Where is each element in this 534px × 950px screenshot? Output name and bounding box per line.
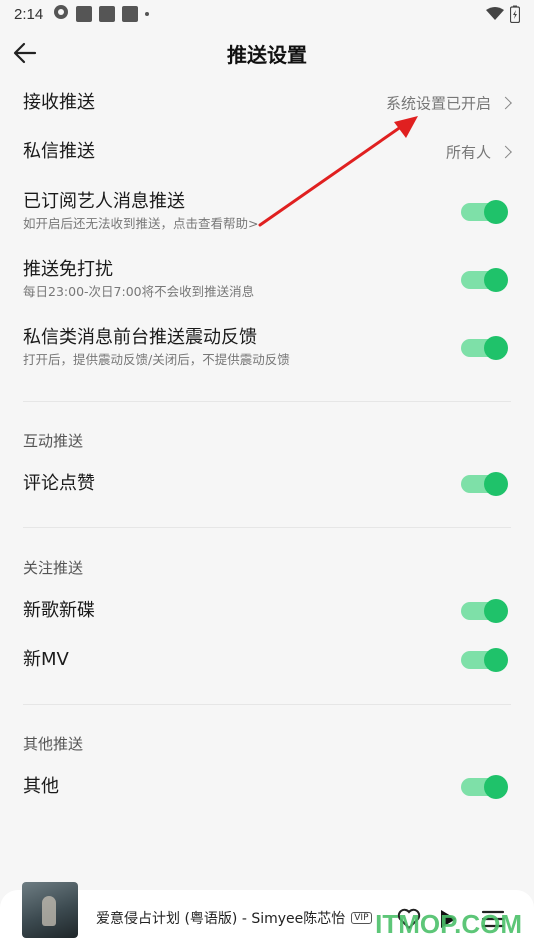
now-playing-track[interactable]: 爱意侵占计划 (粤语版) - Simyee陈芯怡 VIP (96, 908, 372, 928)
do-not-disturb-toggle[interactable] (461, 268, 508, 292)
do-not-disturb-label: 推送免打扰 (23, 259, 113, 280)
status-bar: 2:14 (0, 0, 534, 28)
do-not-disturb-row: 推送免打扰 每日23:00-次日7:00将不会收到推送消息 (0, 258, 534, 302)
section-divider (23, 704, 511, 705)
artist-push-row: 已订阅艺人消息推送 如开启后还无法收到推送，点击查看帮助> (0, 190, 534, 234)
top-bar: 推送设置 (0, 28, 534, 78)
status-time: 2:14 (14, 5, 44, 23)
other-push-label: 其他 (23, 776, 59, 797)
notification-icon (122, 6, 139, 22)
watermark-logo: ITMOP.COM (375, 909, 522, 939)
new-mv-label: 新MV (23, 649, 69, 670)
private-message-audience: 所有人 (445, 143, 491, 162)
section-divider (23, 527, 511, 528)
receive-push-value: 系统设置已开启 (385, 93, 512, 114)
toggle-knob (484, 472, 508, 496)
page-title: 推送设置 (227, 42, 307, 67)
new-release-label: 新歌新碟 (23, 600, 95, 621)
section-divider (23, 401, 511, 402)
vibration-feedback-description: 打开后，提供震动反馈/关闭后，不提供震动反馈 (23, 352, 290, 367)
vibration-feedback-row: 私信类消息前台推送震动反馈 打开后，提供震动反馈/关闭后，不提供震动反馈 (0, 326, 534, 370)
app-notification-icon (53, 4, 69, 24)
comment-like-row: 评论点赞 (0, 468, 534, 500)
new-mv-toggle[interactable] (461, 648, 508, 672)
private-message-push-label: 私信推送 (23, 141, 95, 162)
private-message-push-value: 所有人 (445, 142, 512, 163)
new-mv-row: 新MV (0, 644, 534, 676)
album-cover-figure (42, 896, 56, 926)
vip-badge: VIP (351, 912, 372, 924)
more-notifications-dot-icon (145, 12, 150, 16)
other-push-toggle[interactable] (461, 775, 508, 799)
vibration-feedback-label: 私信类消息前台推送震动反馈 (23, 327, 257, 348)
notification-icon (76, 6, 93, 22)
track-title: 爱意侵占计划 (粤语版) - Simyee陈芯怡 (96, 911, 346, 927)
notification-icon (99, 6, 116, 22)
toggle-knob (484, 336, 508, 360)
battery-icon (509, 5, 521, 27)
back-arrow-icon[interactable] (12, 40, 38, 66)
mini-player[interactable]: 爱意侵占计划 (粤语版) - Simyee陈芯怡 VIP ITMOP.COM (0, 882, 534, 950)
other-push-row: 其他 (0, 771, 534, 803)
artist-push-label: 已订阅艺人消息推送 (23, 191, 185, 212)
album-cover[interactable] (22, 882, 78, 938)
receive-push-row[interactable]: 接收推送 系统设置已开启 (0, 84, 534, 122)
toggle-knob (484, 648, 508, 672)
comment-like-label: 评论点赞 (23, 473, 95, 494)
private-message-push-row[interactable]: 私信推送 所有人 (0, 133, 534, 171)
new-release-row: 新歌新碟 (0, 595, 534, 627)
chevron-right-icon (499, 145, 512, 159)
toggle-knob (484, 599, 508, 623)
chevron-right-icon (499, 96, 512, 110)
vibration-feedback-toggle[interactable] (461, 336, 508, 360)
wifi-icon (486, 7, 504, 25)
do-not-disturb-description: 每日23:00-次日7:00将不会收到推送消息 (23, 284, 255, 299)
artist-push-help-link[interactable]: 如开启后还无法收到推送，点击查看帮助> (23, 215, 511, 233)
toggle-knob (484, 200, 508, 224)
toggle-knob (484, 268, 508, 292)
section-label-follow: 关注推送 (23, 559, 84, 577)
new-release-toggle[interactable] (461, 599, 508, 623)
receive-push-status: 系统设置已开启 (385, 94, 491, 113)
artist-push-toggle[interactable] (461, 200, 508, 224)
section-label-interaction: 互动推送 (23, 432, 84, 450)
section-label-other: 其他推送 (23, 735, 84, 753)
comment-like-toggle[interactable] (461, 472, 508, 496)
toggle-knob (484, 775, 508, 799)
